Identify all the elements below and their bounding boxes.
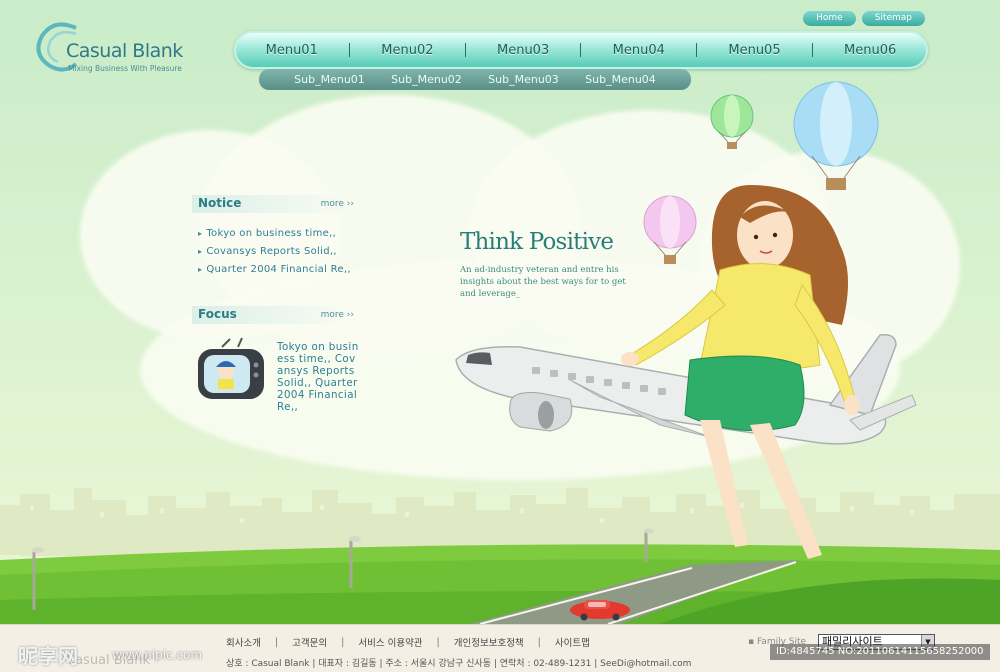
watermark-brand: 昵享网 [18,644,78,668]
menu-divider [464,43,466,57]
menu-divider [349,43,351,57]
image-id-label: ID:4845745 NO:20110614115658252000 [770,644,990,660]
menu-divider [811,43,813,57]
focus-more-link[interactable]: more ›› [321,310,354,320]
footer-divider: | [341,636,345,648]
notice-list: Tokyo on business time,, Covansys Report… [198,226,351,280]
footer-link-company[interactable]: 회사소개 [226,635,261,649]
notice-item[interactable]: Quarter 2004 Financial Re,, [198,262,351,280]
menu-item-06[interactable]: Menu06 [844,43,896,58]
menu-item-03[interactable]: Menu03 [497,43,549,58]
notice-header: Notice more ›› [192,195,354,213]
watermark-url: www.nipic.com [112,648,203,662]
brand-logo[interactable]: Casual Blank Mixing Business With Pleasu… [36,20,216,80]
submenu-item-04[interactable]: Sub_Menu04 [585,73,656,86]
top-links: Home Sitemap [803,11,925,26]
balloon-icon [710,94,754,149]
menu-item-05[interactable]: Menu05 [728,43,780,58]
hero-description: An ad-industry veteran and entre his ins… [460,265,626,299]
notice-item[interactable]: Tokyo on business time,, [198,226,351,244]
notice-title: Notice [198,196,242,210]
footer-link-sitemap[interactable]: 사이트맵 [555,635,590,649]
menu-divider [696,43,698,57]
submenu-item-03[interactable]: Sub_Menu03 [488,73,559,86]
notice-item[interactable]: Covansys Reports Solid,, [198,244,351,262]
home-link[interactable]: Home [803,11,856,26]
footer-divider: | [537,636,541,648]
menu-item-01[interactable]: Menu01 [266,43,318,58]
focus-title: Focus [198,307,237,321]
footer-links: 회사소개 | 고객문의 | 서비스 이용약관 | 개인정보보호정책 | 사이트맵 [226,635,590,650]
submenu-item-02[interactable]: Sub_Menu02 [391,73,462,86]
footer-company-info: 상호 : Casual Blank | 대표자 : 김길동 | 주소 : 서울시… [226,659,692,669]
hero-title: Think Positive [460,229,614,255]
main-menu: Menu01 Menu02 Menu03 Menu04 Menu05 Menu0… [234,31,928,69]
footer-divider: | [274,636,279,648]
logo-title: Casual Blank [66,40,183,62]
menu-item-02[interactable]: Menu02 [381,43,433,58]
submenu-item-01[interactable]: Sub_Menu01 [294,73,365,86]
footer-link-contact[interactable]: 고객문의 [292,635,327,649]
focus-text[interactable]: Tokyo on business time,, Covansys Report… [277,341,359,413]
menu-divider [580,43,582,57]
footer-link-privacy[interactable]: 개인정보보호정책 [454,635,524,649]
focus-header: Focus more ›› [192,306,354,324]
logo-tagline: Mixing Business With Pleasure [68,64,182,73]
sub-menu: Sub_Menu01 Sub_Menu02 Sub_Menu03 Sub_Men… [259,69,691,90]
notice-more-link[interactable]: more ›› [321,199,354,209]
page-scene: Casual Blank Mixing Business With Pleasu… [0,0,1000,672]
footer-link-terms[interactable]: 서비스 이용약관 [358,635,422,649]
tv-icon[interactable] [196,337,268,403]
sitemap-link[interactable]: Sitemap [861,11,925,26]
menu-item-04[interactable]: Menu04 [613,43,665,58]
footer-divider: | [436,636,440,648]
